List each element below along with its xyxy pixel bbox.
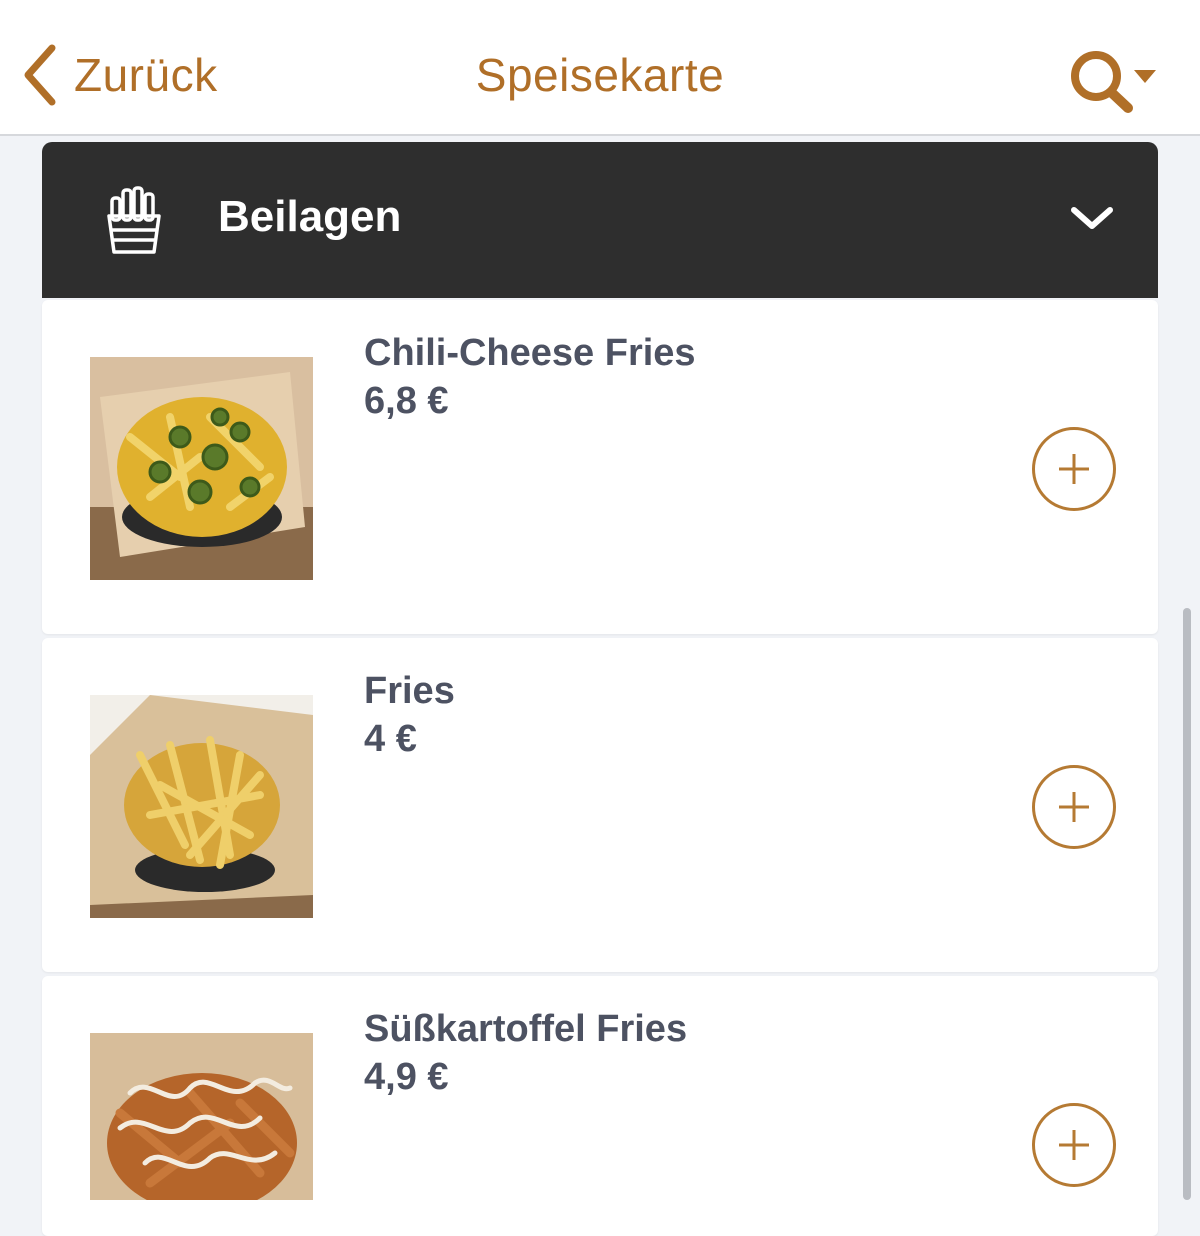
item-price: 6,8 € [364,380,449,422]
add-to-cart-button[interactable] [1032,1103,1116,1187]
sweet-potato-fries-photo [90,1033,313,1200]
add-to-cart-button[interactable] [1032,427,1116,511]
item-price: 4 € [364,718,417,760]
page-title: Speisekarte [475,49,725,101]
item-name: Fries [364,670,455,712]
search-button[interactable] [1068,48,1164,114]
item-name: Süßkartoffel Fries [364,1008,688,1050]
navigation-bar: Zurück Speisekarte [0,0,1200,136]
search-icon [1071,51,1156,113]
add-to-cart-button[interactable] [1032,765,1116,849]
chili-cheese-fries-photo [90,357,313,580]
chevron-down-icon[interactable] [1070,204,1114,232]
menu-item-card[interactable]: Süßkartoffel Fries 4,9 € [42,976,1158,1236]
menu-item-card[interactable]: Fries 4 € [42,638,1158,972]
scrollbar[interactable] [1183,608,1191,1200]
category-header[interactable]: Beilagen [42,142,1158,298]
menu-item-card[interactable]: Chili-Cheese Fries 6,8 € [42,300,1158,634]
category-title: Beilagen [218,192,402,241]
fries-photo [90,695,313,918]
fries-icon [107,186,161,254]
item-price: 4,9 € [364,1056,449,1098]
item-name: Chili-Cheese Fries [364,332,696,374]
